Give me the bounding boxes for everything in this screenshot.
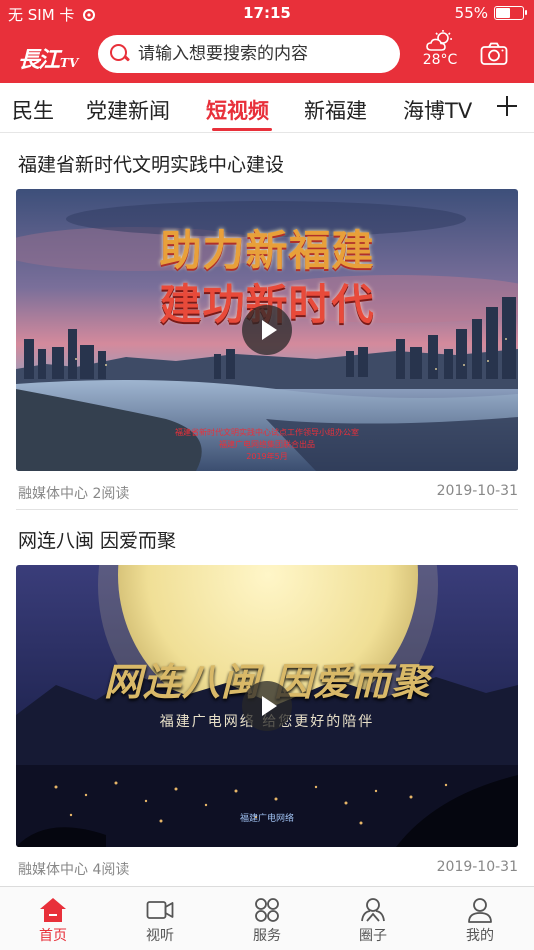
video-card[interactable]: 网连八闽 因爱而聚 网连八闽 因爱而聚 福建广电网络 给您更好的陪伴 福建广电网… bbox=[0, 510, 534, 886]
nav-video[interactable]: 视听 bbox=[107, 887, 213, 950]
nav-profile[interactable]: 我的 bbox=[427, 887, 533, 950]
play-button[interactable] bbox=[242, 681, 292, 731]
nav-community-label: 圈子 bbox=[359, 928, 387, 944]
active-tab-indicator bbox=[212, 128, 272, 131]
add-tab-button[interactable] bbox=[494, 93, 520, 119]
video-source: 融媒体中心 bbox=[18, 486, 88, 502]
battery-icon bbox=[494, 6, 527, 20]
overlay-headline-1: 助力新福建 bbox=[159, 226, 375, 275]
video-camera-icon bbox=[146, 901, 174, 919]
nav-services-label: 服务 bbox=[253, 928, 281, 944]
nav-video-label: 视听 bbox=[146, 928, 174, 944]
camera-button[interactable] bbox=[480, 42, 508, 66]
overlay-caption-2: 福建广电网络集团联合出品 bbox=[219, 440, 315, 449]
nav-home[interactable]: 首页 bbox=[0, 887, 106, 950]
video-title[interactable]: 网连八闽 因爱而聚 bbox=[18, 526, 176, 553]
overlay-caption-3: 2019年5月 bbox=[246, 452, 288, 461]
tab-minsheng[interactable]: 民生 bbox=[12, 95, 54, 125]
user-icon bbox=[468, 898, 492, 923]
video-meta: 融媒体中心 2阅读 2019-10-31 bbox=[18, 483, 518, 503]
battery-percent: 55% bbox=[454, 4, 488, 22]
weather-temp: 28°C bbox=[422, 52, 458, 68]
nav-profile-label: 我的 bbox=[466, 928, 494, 944]
tab-haibo-tv[interactable]: 海博TV bbox=[403, 95, 472, 125]
nav-community[interactable]: 圈子 bbox=[320, 887, 426, 950]
bottom-navigation: 首页 视听 服务 圈子 我的 bbox=[0, 886, 534, 950]
play-button[interactable] bbox=[242, 305, 292, 355]
status-right: 55% bbox=[454, 4, 527, 22]
video-title[interactable]: 福建省新时代文明实践中心建设 bbox=[18, 150, 284, 177]
app-header: 无 SIM 卡 17:15 55% 長江TV 28°C bbox=[0, 0, 534, 83]
video-card[interactable]: 福建省新时代文明实践中心建设 助力新福建 福建省新时代文明实践中心试点工作领导小… bbox=[0, 134, 534, 510]
video-reads: 4阅读 bbox=[92, 862, 130, 878]
search-icon bbox=[110, 44, 130, 64]
partly-cloudy-icon bbox=[426, 30, 452, 51]
grid-icon bbox=[255, 898, 279, 922]
video-date: 2019-10-31 bbox=[436, 483, 518, 499]
video-reads: 2阅读 bbox=[92, 486, 130, 502]
tab-short-video[interactable]: 短视频 bbox=[206, 95, 269, 125]
overlay-watermark: 福建广电网络 bbox=[239, 814, 294, 824]
community-icon bbox=[361, 898, 385, 922]
nav-services[interactable]: 服务 bbox=[214, 887, 320, 950]
overlay-caption-1: 福建省新时代文明实践中心试点工作领导小组办公室 bbox=[175, 428, 359, 437]
logo-text: 長江 bbox=[18, 47, 60, 73]
tab-party-news[interactable]: 党建新闻 bbox=[86, 95, 170, 125]
battery-fill bbox=[496, 8, 510, 18]
category-tabs: 民生 党建新闻 短视频 新福建 海博TV bbox=[0, 83, 534, 133]
tab-new-fujian[interactable]: 新福建 bbox=[304, 95, 367, 125]
video-thumbnail[interactable]: 网连八闽 因爱而聚 福建广电网络 给您更好的陪伴 福建广电网络 bbox=[16, 565, 518, 847]
video-date: 2019-10-31 bbox=[436, 859, 518, 875]
camera-icon bbox=[480, 42, 508, 65]
status-bar: 无 SIM 卡 17:15 55% bbox=[0, 0, 534, 28]
video-thumbnail[interactable]: 助力新福建 建功新时代 福建省新时代文明实践中心试点工作领导小组办公室 福建广电… bbox=[16, 189, 518, 471]
logo-suffix: TV bbox=[60, 56, 79, 70]
home-icon bbox=[40, 898, 66, 922]
video-meta: 融媒体中心 4阅读 2019-10-31 bbox=[18, 859, 518, 879]
nav-home-label: 首页 bbox=[39, 928, 67, 944]
video-source: 融媒体中心 bbox=[18, 862, 88, 878]
search-bar[interactable] bbox=[98, 35, 400, 73]
app-logo[interactable]: 長江 TV bbox=[18, 42, 84, 73]
search-input[interactable] bbox=[138, 44, 388, 64]
weather-widget[interactable]: 28°C bbox=[418, 30, 462, 76]
